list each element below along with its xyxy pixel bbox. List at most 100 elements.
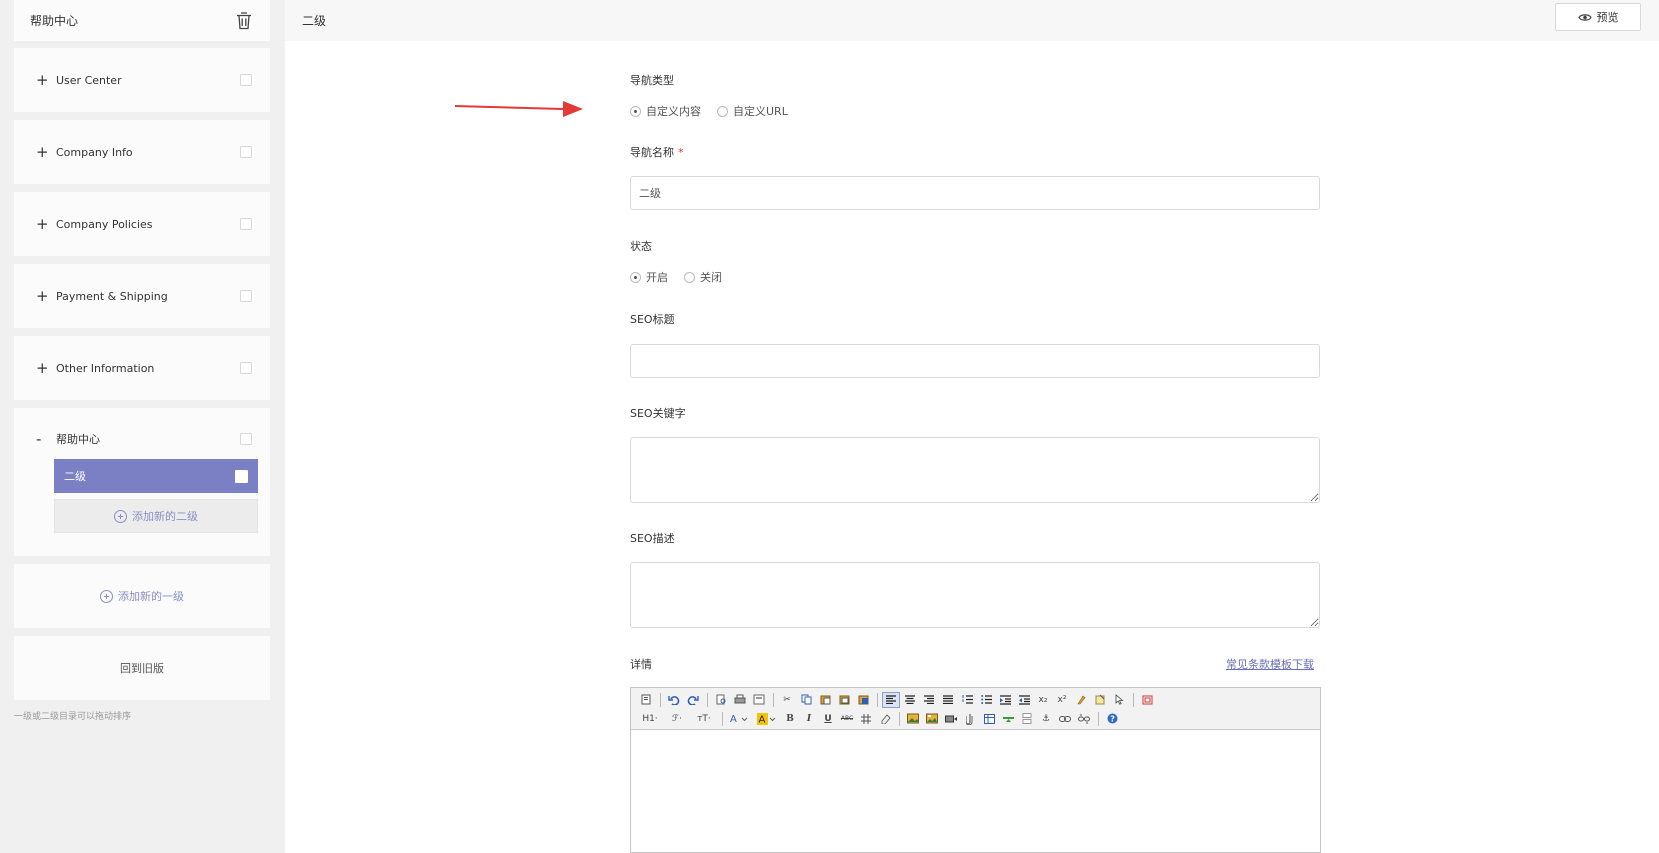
align-justify-icon[interactable] [939,692,957,708]
expand-icon[interactable]: + [36,72,49,88]
sidebar-item-company-info[interactable]: + Company Info [14,120,270,184]
video-icon[interactable] [942,711,960,727]
toolbar-row-2: H1· ℱ· тT· A A B I U ABC ⚓ ? [637,709,1314,728]
cut-icon[interactable]: ✂ [778,692,796,708]
superscript-icon[interactable]: x² [1053,692,1071,708]
toolbar-separator [773,692,774,707]
copy-icon[interactable] [797,692,815,708]
back-old-label: 回到旧版 [120,662,164,675]
bullet-list-icon[interactable] [977,692,995,708]
clear-format-icon[interactable] [1072,692,1090,708]
anchor-icon[interactable]: ⚓ [1037,711,1055,727]
template-icon[interactable] [750,692,768,708]
print-icon[interactable] [731,692,749,708]
seo-description-label: SEO描述 [630,532,675,545]
font-size-dropdown[interactable]: тT· [691,711,717,727]
paste-word-icon[interactable] [854,692,872,708]
item-checkbox[interactable] [240,218,252,230]
svg-text:A: A [759,714,766,725]
image-icon[interactable] [904,711,922,727]
outdent-icon[interactable] [1015,692,1033,708]
nav-type-custom-content-radio[interactable]: 自定义内容 [630,103,701,119]
sidebar-item-user-center[interactable]: + User Center [14,48,270,112]
svg-text:A: A [730,714,737,724]
paste-icon[interactable] [816,692,834,708]
radio-dot [684,271,695,283]
align-center-icon[interactable] [901,692,919,708]
radio-label: 自定义内容 [646,105,701,118]
collapse-icon[interactable]: - [36,431,48,447]
multi-image-icon[interactable] [923,711,941,727]
template-download-link[interactable]: 常见条款模板下载 [1226,656,1314,672]
sidebar-item-company-policies[interactable]: + Company Policies [14,192,270,256]
subitem-checkbox[interactable] [235,469,248,483]
back-to-old-version-button[interactable]: 回到旧版 [14,636,270,700]
underline-icon[interactable]: U [819,711,837,727]
attachment-icon[interactable] [961,711,979,727]
seo-title-input[interactable] [630,344,1320,378]
heading-dropdown[interactable]: H1· [637,711,663,727]
nav-name-input[interactable] [630,176,1320,210]
nav-type-custom-url-radio[interactable]: 自定义URL [717,103,788,119]
source-icon[interactable] [637,692,655,708]
font-color-icon[interactable]: A [727,711,753,727]
pointer-icon[interactable] [1110,692,1128,708]
redo-icon[interactable] [684,692,702,708]
expand-icon[interactable]: + [36,144,49,160]
item-checkbox[interactable] [240,362,252,374]
highlight-color-icon[interactable]: A [754,711,780,727]
expand-icon[interactable]: + [36,216,49,232]
eraser-icon[interactable] [876,711,894,727]
add-top-level-button[interactable]: 添加新的一级 [14,564,270,628]
expand-icon[interactable]: + [36,288,49,304]
insert-table-icon[interactable] [980,711,998,727]
indent-icon[interactable] [996,692,1014,708]
help-icon[interactable]: ? [1103,711,1121,727]
item-checkbox[interactable] [240,433,252,445]
subscript-icon[interactable]: x₂ [1034,692,1052,708]
font-family-dropdown[interactable]: ℱ· [664,711,690,727]
radio-label: 开启 [646,271,668,284]
status-on-radio[interactable]: 开启 [630,269,668,285]
editor-content-area[interactable] [631,730,1320,852]
preview-doc-icon[interactable] [712,692,730,708]
sidebar-header: 帮助中心 [14,0,270,41]
seo-keywords-textarea[interactable] [630,437,1320,503]
item-checkbox[interactable] [240,74,252,86]
expand-icon[interactable]: + [36,360,49,376]
ordered-list-icon[interactable] [958,692,976,708]
item-checkbox[interactable] [240,146,252,158]
sidebar-subitem-active[interactable]: 二级 [54,459,258,493]
sidebar-item-help-center[interactable]: - 帮助中心 二级 添加新的二级 [14,408,270,556]
page-break-icon[interactable] [1018,711,1036,727]
italic-icon[interactable]: I [800,711,818,727]
seo-description-textarea[interactable] [630,562,1320,628]
undo-icon[interactable] [665,692,683,708]
align-right-icon[interactable] [920,692,938,708]
radio-label: 自定义URL [733,105,788,118]
fullscreen-icon[interactable] [1138,692,1156,708]
paste-text-icon[interactable] [835,692,853,708]
table-grid-icon[interactable] [857,711,875,727]
radio-label: 关闭 [700,271,722,284]
bold-icon[interactable]: B [781,711,799,727]
item-checkbox[interactable] [240,290,252,302]
sidebar-item-label: Other Information [56,361,155,375]
preview-label: 预览 [1596,11,1619,24]
align-left-icon[interactable] [882,691,900,708]
select-all-icon[interactable] [1091,692,1109,708]
strikethrough-icon[interactable]: ABC [838,711,856,727]
toolbar-separator [899,711,900,726]
horizontal-rule-icon[interactable] [999,711,1017,727]
link-icon[interactable] [1056,711,1074,727]
status-off-radio[interactable]: 关闭 [684,269,722,285]
trash-icon[interactable] [234,10,254,32]
unlink-icon[interactable] [1075,711,1093,727]
preview-button[interactable]: 预览 [1555,3,1641,31]
radio-dot [630,271,641,283]
toolbar-separator [660,692,661,707]
sidebar-item-other-information[interactable]: + Other Information [14,336,270,400]
sidebar-title: 帮助中心 [30,14,79,28]
sidebar-item-payment-shipping[interactable]: + Payment & Shipping [14,264,270,328]
add-subitem-button[interactable]: 添加新的二级 [54,499,258,533]
